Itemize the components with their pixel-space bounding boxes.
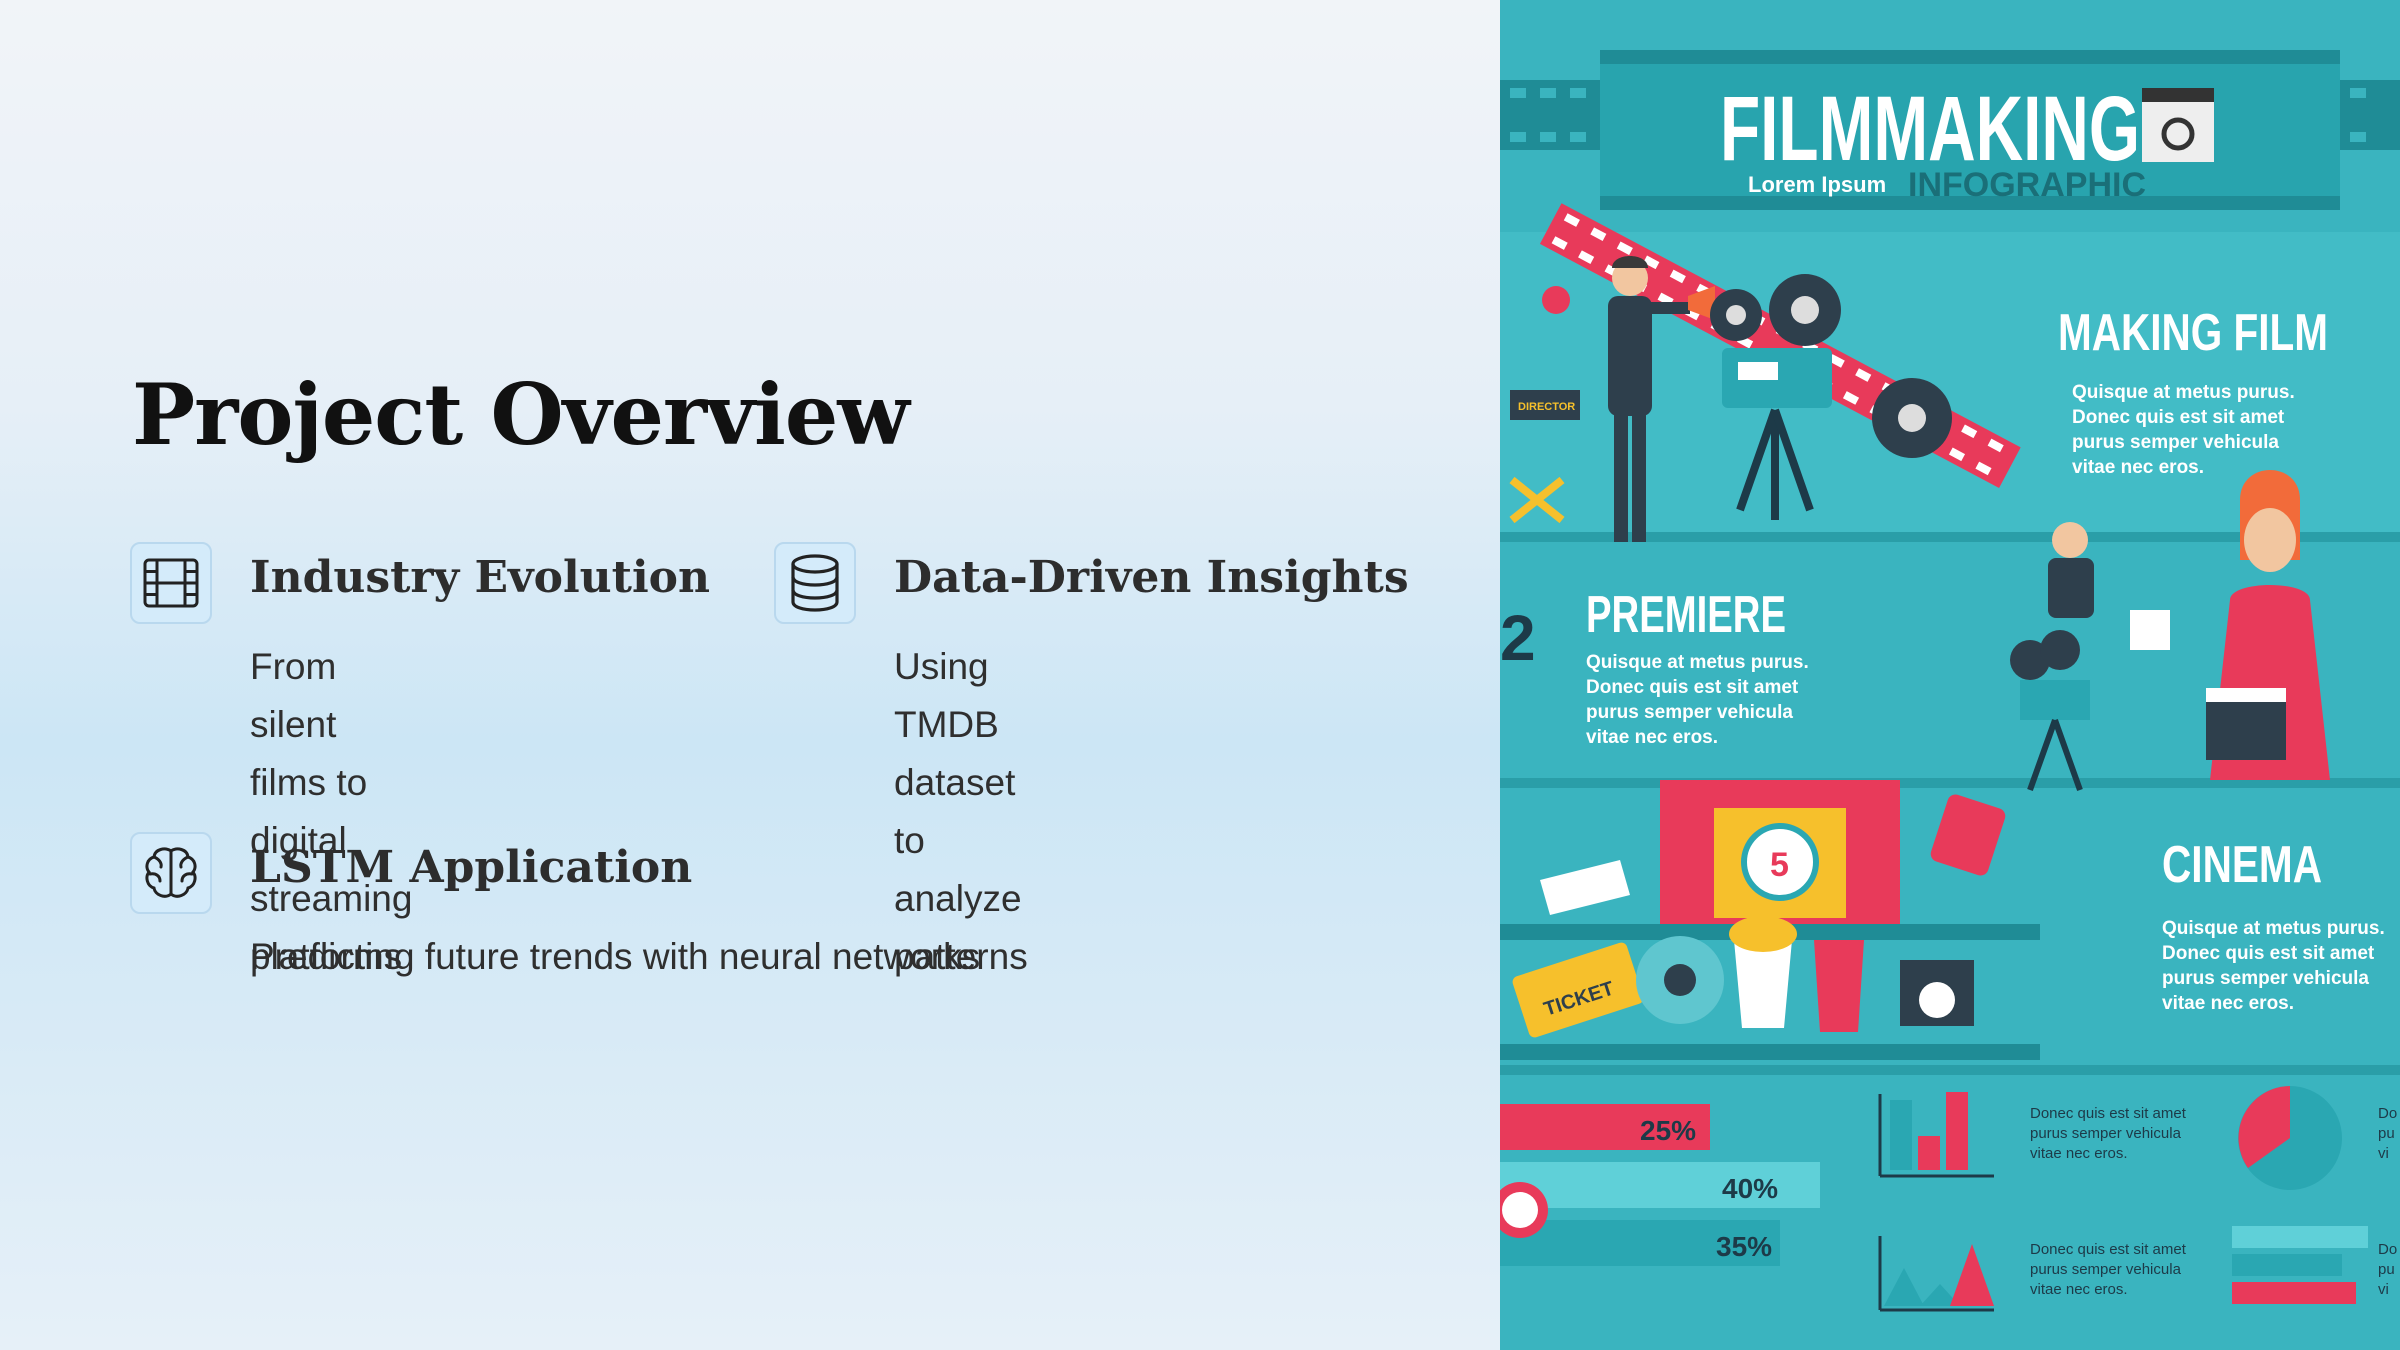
lorem-text: purus semper vehicula	[1586, 702, 1793, 723]
overview-panel: Project Overview Industry Evolution From…	[0, 0, 1500, 1350]
database-icon	[774, 542, 856, 624]
small-lorem-text: Do	[2378, 1105, 2397, 1122]
lorem-text: Quisque at metus purus.	[2162, 918, 2385, 939]
mini-pie-chart-icon	[2238, 1086, 2342, 1190]
lorem-text: Quisque at metus purus.	[2072, 382, 2295, 403]
feature-description-line: Predicting future trends with neural net…	[250, 936, 981, 977]
small-lorem-text: purus semper vehicula	[2030, 1261, 2182, 1278]
lorem-text: Donec quis est sit amet	[2162, 943, 2375, 964]
feature-description: Predicting future trends with neural net…	[250, 928, 980, 986]
section-cinema: CINEMA	[2162, 836, 2322, 894]
section-number: 2	[1500, 602, 1536, 674]
small-lorem-text: vitae nec eros.	[2030, 1281, 2128, 1298]
small-lorem-text: Donec quis est sit amet	[2030, 1241, 2187, 1258]
small-lorem-text: vitae nec eros.	[2030, 1145, 2128, 1162]
lorem-text: Donec quis est sit amet	[1586, 677, 1799, 698]
lorem-text: vitae nec eros.	[1586, 727, 1718, 748]
feature-title: LSTM Application	[250, 842, 693, 893]
lorem-text: purus semper vehicula	[2072, 432, 2279, 453]
chart-card-icon	[2130, 610, 2170, 650]
feature-description-line: From silent films to digital	[250, 646, 368, 861]
section-making-film: MAKING FILM	[2058, 304, 2328, 362]
infographic-tagline: Lorem Ipsum	[1748, 172, 1886, 197]
small-lorem-text: vi	[2378, 1281, 2389, 1298]
stat-label: 35%	[1716, 1231, 1772, 1262]
lorem-text: vitae nec eros.	[2162, 993, 2294, 1014]
stat-label: 40%	[1722, 1173, 1778, 1204]
small-lorem-text: Do	[2378, 1241, 2397, 1258]
infographic-subtitle: INFOGRAPHIC	[1908, 166, 2146, 204]
small-lorem-text: purus semper vehicula	[2030, 1125, 2182, 1142]
popcorn-icon	[1542, 286, 1570, 314]
countdown-number: 5	[1770, 846, 1789, 884]
small-lorem-text: pu	[2378, 1125, 2395, 1142]
infographic-title: FILMMAKING	[1720, 78, 2140, 180]
popcorn-icon	[1734, 940, 1792, 1028]
feature-title: Industry Evolution	[250, 552, 711, 603]
brain-icon	[130, 832, 212, 914]
filmmaking-infographic-image: FILMMAKING Lorem Ipsum INFOGRAPHIC DIREC…	[1500, 0, 2400, 1350]
lorem-text: vitae nec eros.	[2072, 457, 2204, 478]
film-icon	[130, 542, 212, 624]
director-label: DIRECTOR	[1518, 401, 1575, 413]
feature-description-line: Using TMDB dataset to	[894, 646, 1016, 861]
lorem-text: Quisque at metus purus.	[1586, 652, 1809, 673]
stat-label: 25%	[1640, 1115, 1696, 1146]
small-lorem-text: vi	[2378, 1145, 2389, 1162]
soda-cup-icon	[1814, 940, 1864, 1032]
theater-stage: 5	[1660, 780, 1900, 930]
lorem-text: purus semper vehicula	[2162, 968, 2369, 989]
page-title: Project Overview	[132, 365, 910, 464]
small-lorem-text: Donec quis est sit amet	[2030, 1105, 2187, 1122]
small-lorem-text: pu	[2378, 1261, 2395, 1278]
lorem-text: Donec quis est sit amet	[2072, 407, 2285, 428]
section-premiere: PREMIERE	[1586, 586, 1786, 644]
clapperboard-icon	[2206, 700, 2286, 760]
feature-title: Data-Driven Insights	[894, 552, 1409, 603]
